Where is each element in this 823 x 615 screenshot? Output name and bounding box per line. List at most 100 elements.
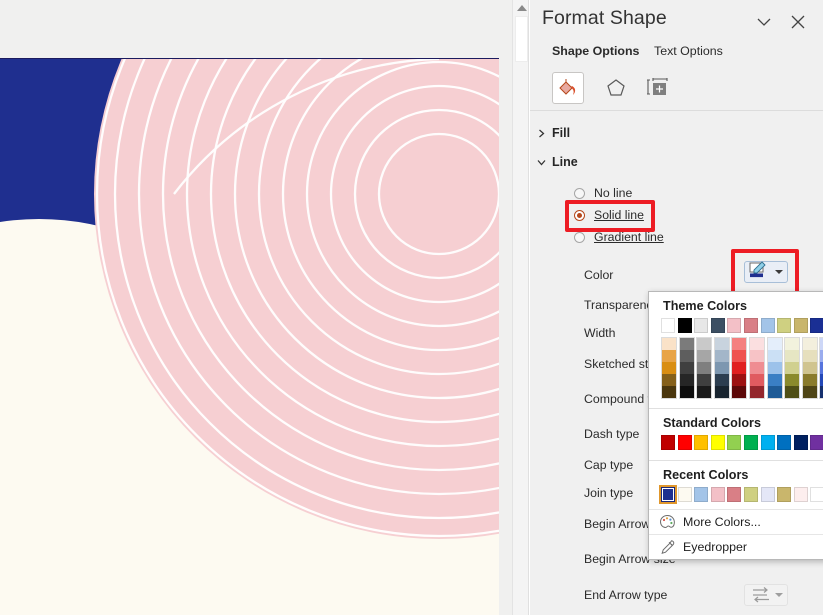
theme-tint-4-4[interactable]: [732, 386, 747, 398]
theme-tint-7-2[interactable]: [785, 362, 800, 374]
scroll-up-arrow-icon[interactable]: [517, 5, 527, 11]
effects-icon[interactable]: [600, 72, 632, 104]
recent-swatch-7[interactable]: [777, 487, 792, 502]
theme-tint-7-4[interactable]: [785, 386, 800, 398]
theme-tint-0-0[interactable]: [662, 338, 676, 350]
fill-and-line-icon[interactable]: [552, 72, 584, 104]
theme-swatch-0[interactable]: [661, 318, 675, 333]
standard-swatch-3[interactable]: [710, 435, 725, 450]
theme-tint-7-3[interactable]: [785, 374, 800, 386]
standard-swatch-1[interactable]: [677, 435, 692, 450]
theme-tint-5-3[interactable]: [749, 374, 764, 386]
theme-tint-4-0[interactable]: [732, 338, 747, 350]
chevron-down-icon[interactable]: [775, 270, 783, 274]
theme-tint-5-1[interactable]: [749, 350, 764, 362]
tab-text-options[interactable]: Text Options: [654, 44, 723, 58]
theme-swatch-6[interactable]: [760, 318, 775, 333]
theme-tint-6-0[interactable]: [767, 338, 782, 350]
theme-tint-3-2[interactable]: [714, 362, 729, 374]
recent-swatch-3[interactable]: [710, 487, 725, 502]
recent-swatch-2[interactable]: [694, 487, 709, 502]
theme-tint-4-1[interactable]: [732, 350, 747, 362]
theme-swatch-4[interactable]: [727, 318, 742, 333]
chevron-down-icon[interactable]: [754, 12, 774, 32]
theme-tint-1-3[interactable]: [679, 374, 694, 386]
theme-tint-3-3[interactable]: [714, 374, 729, 386]
theme-tint-2-0[interactable]: [697, 338, 712, 350]
theme-tint-2-1[interactable]: [697, 350, 712, 362]
pen-color-icon: [748, 260, 768, 284]
standard-swatch-9[interactable]: [810, 435, 823, 450]
recent-swatch-8[interactable]: [793, 487, 808, 502]
standard-swatch-5[interactable]: [743, 435, 758, 450]
standard-swatch-7[interactable]: [777, 435, 792, 450]
theme-tint-5-4[interactable]: [749, 386, 764, 398]
theme-tint-1-1[interactable]: [679, 350, 694, 362]
theme-tint-6-2[interactable]: [767, 362, 782, 374]
theme-tint-0-1[interactable]: [662, 350, 676, 362]
slide-vertical-scrollbar[interactable]: [512, 0, 529, 615]
theme-tint-0-3[interactable]: [662, 374, 676, 386]
theme-tint-0-4[interactable]: [662, 386, 676, 398]
theme-tint-2-3[interactable]: [697, 374, 712, 386]
slide-surface[interactable]: [0, 58, 499, 615]
theme-swatch-7[interactable]: [777, 318, 792, 333]
theme-tint-2-4[interactable]: [697, 386, 712, 398]
standard-swatch-0[interactable]: [661, 435, 675, 450]
theme-swatch-5[interactable]: [743, 318, 758, 333]
theme-tint-column-7: [784, 337, 801, 399]
theme-tint-3-1[interactable]: [714, 350, 729, 362]
theme-tint-3-0[interactable]: [714, 338, 729, 350]
theme-tint-3-4[interactable]: [714, 386, 729, 398]
theme-tint-8-1[interactable]: [802, 350, 817, 362]
theme-swatch-8[interactable]: [793, 318, 808, 333]
theme-tint-8-2[interactable]: [802, 362, 817, 374]
theme-tint-6-1[interactable]: [767, 350, 782, 362]
standard-swatch-4[interactable]: [727, 435, 742, 450]
theme-swatch-1[interactable]: [677, 318, 692, 333]
end-arrow-type-control[interactable]: [744, 584, 788, 606]
standard-swatch-8[interactable]: [793, 435, 808, 450]
pane-icon-strip: [530, 72, 823, 113]
standard-swatch-6[interactable]: [760, 435, 775, 450]
theme-tint-1-4[interactable]: [679, 386, 694, 398]
section-line[interactable]: Line: [537, 155, 578, 169]
theme-tint-8-0[interactable]: [802, 338, 817, 350]
recent-swatch-4[interactable]: [727, 487, 742, 502]
theme-swatch-2[interactable]: [694, 318, 709, 333]
theme-swatch-9[interactable]: [810, 318, 823, 333]
theme-tint-7-0[interactable]: [785, 338, 800, 350]
eyedropper-menu-item[interactable]: Eyedropper: [649, 534, 823, 559]
theme-tint-6-4[interactable]: [767, 386, 782, 398]
standard-swatch-2[interactable]: [694, 435, 709, 450]
recent-swatch-0[interactable]: [659, 485, 677, 504]
more-colors-menu-item[interactable]: More Colors...: [649, 509, 823, 534]
recent-swatch-5[interactable]: [743, 487, 758, 502]
recent-swatch-6[interactable]: [760, 487, 775, 502]
theme-tint-1-0[interactable]: [679, 338, 694, 350]
theme-tint-8-3[interactable]: [802, 374, 817, 386]
theme-tint-5-2[interactable]: [749, 362, 764, 374]
chevron-down-icon[interactable]: [775, 593, 783, 597]
tab-shape-options[interactable]: Shape Options: [552, 44, 639, 58]
theme-tint-4-3[interactable]: [732, 374, 747, 386]
theme-tint-7-1[interactable]: [785, 350, 800, 362]
theme-tint-1-2[interactable]: [679, 362, 694, 374]
section-fill[interactable]: Fill: [539, 126, 570, 140]
recent-swatch-1[interactable]: [677, 487, 692, 502]
size-and-properties-icon[interactable]: [642, 72, 674, 104]
line-color-button[interactable]: [744, 260, 788, 284]
recent-swatch-9[interactable]: [810, 487, 823, 502]
theme-tint-0-2[interactable]: [662, 362, 676, 374]
label-width: Width: [584, 326, 616, 340]
theme-tint-5-0[interactable]: [749, 338, 764, 350]
theme-tint-column-2: [696, 337, 713, 399]
theme-swatch-3[interactable]: [710, 318, 725, 333]
scrollbar-thumb[interactable]: [515, 16, 528, 62]
close-icon[interactable]: [788, 12, 808, 32]
theme-colors-row: [649, 318, 823, 333]
theme-tint-6-3[interactable]: [767, 374, 782, 386]
theme-tint-4-2[interactable]: [732, 362, 747, 374]
theme-tint-8-4[interactable]: [802, 386, 817, 398]
theme-tint-2-2[interactable]: [697, 362, 712, 374]
